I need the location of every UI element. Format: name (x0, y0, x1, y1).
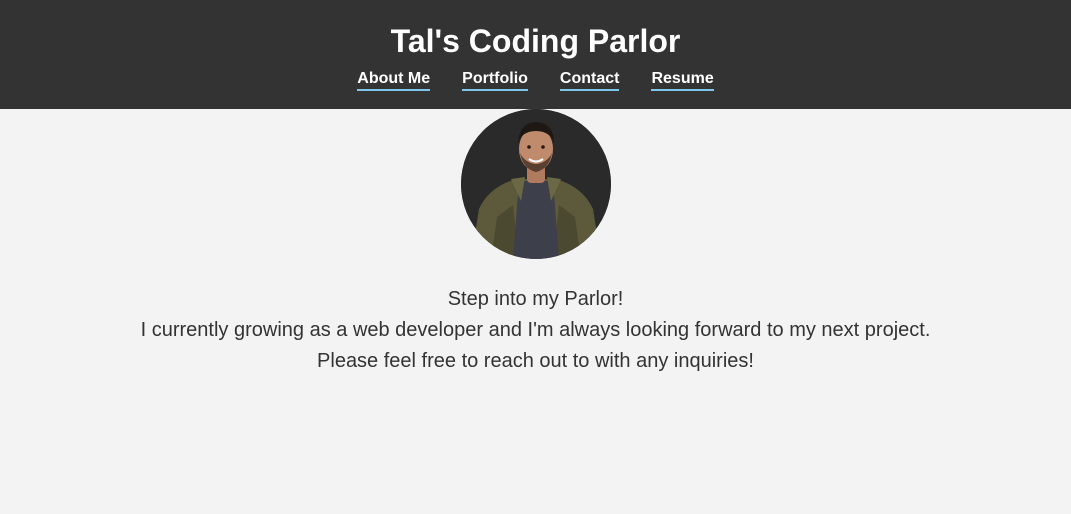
avatar-image (461, 109, 611, 259)
nav-link-about-me[interactable]: About Me (357, 69, 431, 91)
avatar (461, 109, 611, 259)
intro-line-description: I currently growing as a web developer a… (140, 319, 931, 341)
main-nav: About Me Portfolio Contact Resume (0, 69, 1071, 91)
intro-line-contact: Please feel free to reach out to with an… (317, 350, 754, 372)
nav-link-portfolio[interactable]: Portfolio (462, 69, 528, 91)
nav-link-contact[interactable]: Contact (559, 69, 620, 91)
site-title: Tal's Coding Parlor (390, 23, 681, 59)
site-header: Tal's Coding Parlor About Me Portfolio C… (0, 0, 1071, 109)
nav-link-resume[interactable]: Resume (651, 69, 714, 91)
intro-line-greeting: Step into my Parlor! (447, 288, 624, 310)
intro-text: Step into my Parlor! I currently growing… (0, 284, 1071, 377)
